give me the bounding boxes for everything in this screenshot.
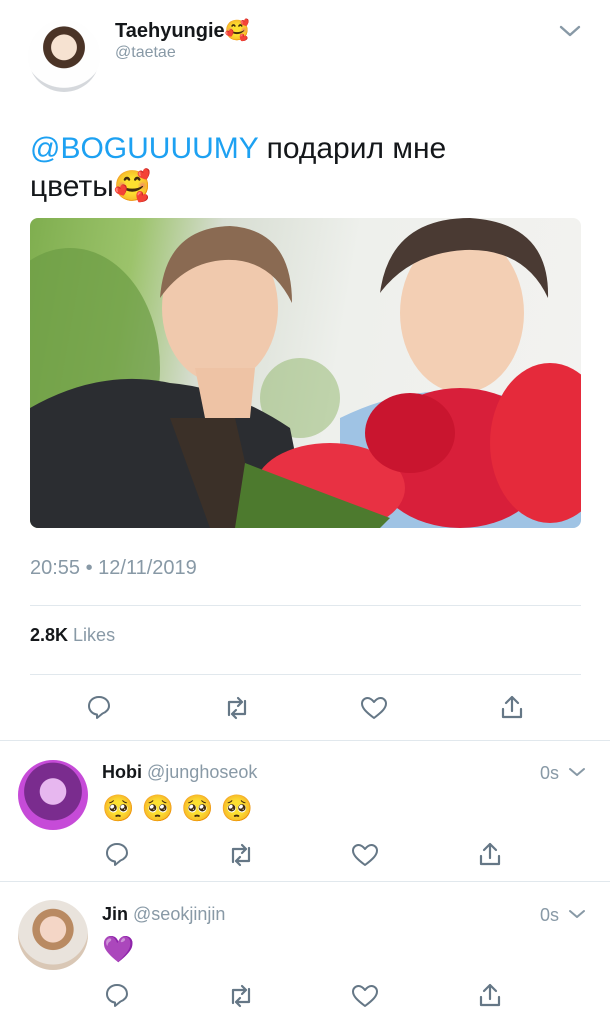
likes-label: Likes: [73, 625, 116, 645]
tweet-text-word: цветы: [30, 170, 114, 203]
author-name-emoji: 🥰: [224, 20, 250, 42]
likes-count: 2.8K: [30, 625, 69, 645]
reply-icon[interactable]: [86, 694, 112, 720]
share-icon[interactable]: [499, 694, 525, 720]
photo-illustration: [30, 218, 581, 528]
divider: [30, 674, 581, 675]
divider: [30, 605, 581, 606]
like-icon[interactable]: [351, 843, 379, 867]
author-avatar[interactable]: [28, 20, 100, 92]
reply-handle: @seokjinjin: [133, 904, 226, 924]
reply-text: 🥺 🥺 🥺 🥺: [102, 793, 254, 823]
share-icon[interactable]: [477, 841, 503, 867]
author-display-name: Taehyungie: [115, 20, 225, 42]
reply-display-name: Hobi: [102, 762, 142, 782]
tweet-photo[interactable]: [30, 218, 581, 528]
like-icon[interactable]: [360, 696, 388, 720]
like-icon[interactable]: [351, 984, 379, 1008]
reply-time: 0s: [540, 905, 560, 925]
author-handle[interactable]: @taetae: [115, 44, 176, 62]
divider: [0, 881, 610, 882]
retweet-icon[interactable]: [227, 843, 255, 867]
reply-time: 0s: [540, 763, 560, 783]
reply-header[interactable]: Jin @seokjinjin: [102, 903, 225, 925]
tweet-text: @BOGUUUUMY подарил мне цветы🥰: [30, 130, 580, 206]
tweet-text-emoji: 🥰: [113, 170, 152, 203]
reply-avatar[interactable]: [18, 900, 88, 970]
chevron-down-icon[interactable]: [568, 908, 586, 920]
reply-handle: @junghoseok: [147, 762, 258, 782]
tweet-text-rest: подарил мне: [258, 132, 447, 165]
reply-text: 💜: [102, 934, 135, 964]
chevron-down-icon[interactable]: [568, 766, 586, 778]
tweet-text-line-2: цветы🥰: [30, 168, 580, 206]
chevron-down-icon[interactable]: [559, 24, 581, 38]
reply-avatar[interactable]: [18, 760, 88, 830]
author-name-row[interactable]: Taehyungie🥰: [115, 19, 250, 43]
share-icon[interactable]: [477, 982, 503, 1008]
mention-link[interactable]: @BOGUUUUMY: [30, 132, 258, 165]
divider: [0, 740, 610, 741]
tweet-timestamp[interactable]: 20:55 • 12/11/2019: [30, 556, 197, 580]
reply-display-name: Jin: [102, 904, 129, 924]
reply-header[interactable]: Hobi @junghoseok: [102, 761, 257, 783]
retweet-icon[interactable]: [227, 984, 255, 1008]
tweet-text-line-1: @BOGUUUUMY подарил мне: [30, 130, 580, 168]
likes-stat[interactable]: 2.8K Likes: [30, 624, 115, 646]
retweet-icon[interactable]: [223, 696, 251, 720]
reply-icon[interactable]: [104, 982, 130, 1008]
reply-icon[interactable]: [104, 841, 130, 867]
